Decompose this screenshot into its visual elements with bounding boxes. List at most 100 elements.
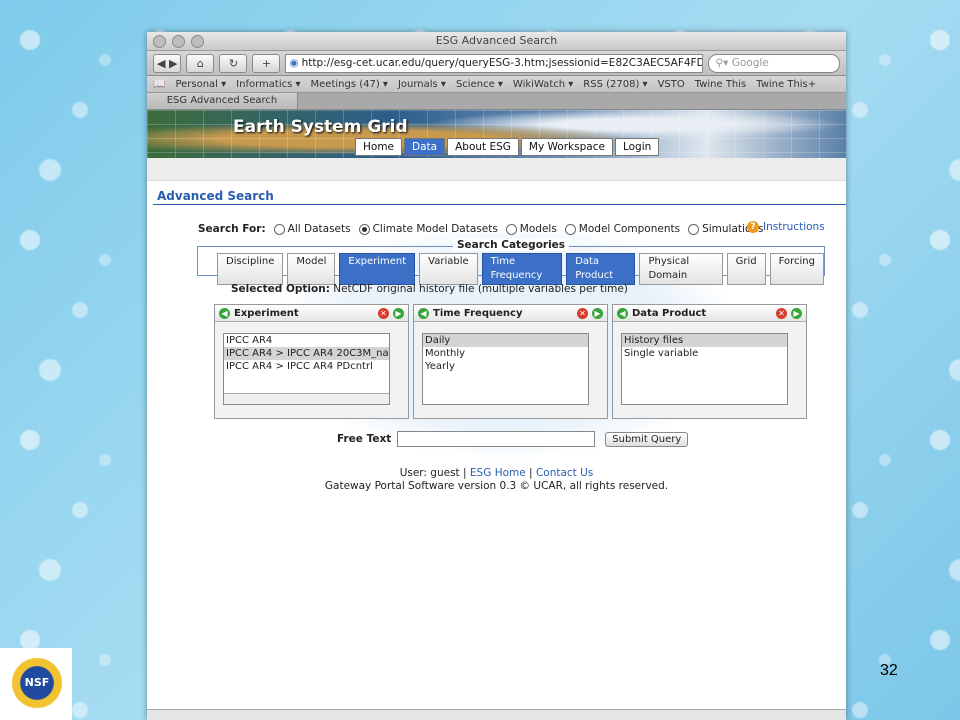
footer-links: User: guest | ESG Home | Contact Us xyxy=(147,467,846,480)
help-icon: ? xyxy=(747,221,759,233)
nav-login[interactable]: Login xyxy=(614,138,660,156)
heading-divider xyxy=(153,204,846,205)
radio-climate-model-datasets[interactable]: Climate Model Datasets xyxy=(358,223,498,235)
close-window-button[interactable] xyxy=(153,35,166,48)
window-controls xyxy=(153,35,204,48)
nav-home[interactable]: Home xyxy=(355,138,403,156)
category-model[interactable]: Model xyxy=(287,253,336,285)
nav-about-esg[interactable]: About ESG xyxy=(447,138,519,156)
category-physical-domain[interactable]: Physical Domain xyxy=(639,253,723,285)
selected-option: Selected Option: NetCDF original history… xyxy=(231,283,628,295)
address-bar[interactable]: ◉ http://esg-cet.ucar.edu/query/queryESG… xyxy=(285,53,704,73)
nav-my-workspace[interactable]: My Workspace xyxy=(520,138,613,156)
bookmark-twine-this-plus[interactable]: Twine This+ xyxy=(756,79,816,90)
bookmark-vsto[interactable]: VSTO xyxy=(658,79,685,90)
radio-model-components[interactable]: Model Components xyxy=(564,223,680,235)
list-item[interactable]: Monthly xyxy=(423,347,588,360)
add-bookmark-icon[interactable]: + xyxy=(252,53,281,73)
category-data-product[interactable]: Data Product xyxy=(566,253,636,285)
search-categories: Search Categories Discipline Model Exper… xyxy=(197,239,825,285)
radio-label: Models xyxy=(519,223,557,235)
bookmark-informatics[interactable]: Informatics ▾ xyxy=(236,79,300,90)
list-item[interactable]: Yearly xyxy=(423,360,588,373)
remove-icon[interactable]: ✕ xyxy=(378,307,389,319)
category-forcing[interactable]: Forcing xyxy=(769,253,824,285)
category-variable[interactable]: Variable xyxy=(419,253,478,285)
list-item[interactable]: IPCC AR4 > IPCC AR4 PDcntrl xyxy=(224,360,389,373)
panel-header: ◀ Data Product ✕ ▶ xyxy=(613,305,806,322)
bookmark-journals[interactable]: Journals ▾ xyxy=(398,79,446,90)
panel-title: Data Product xyxy=(632,307,707,319)
window-title: ESG Advanced Search xyxy=(435,34,558,47)
back-button[interactable]: ◀ ▶ xyxy=(153,53,182,73)
radio-models[interactable]: Models xyxy=(505,223,557,235)
list-item[interactable]: Single variable xyxy=(622,347,787,360)
submit-query-button[interactable]: Submit Query xyxy=(605,431,689,447)
globe-icon: ◉ xyxy=(289,57,299,69)
experiment-list[interactable]: IPCC AR4 IPCC AR4 > IPCC AR4 20C3M_nat I… xyxy=(223,333,390,405)
horizontal-scrollbar[interactable] xyxy=(224,393,389,404)
panel-title: Experiment xyxy=(234,307,299,319)
nsf-logo: NSF xyxy=(0,648,72,720)
bookmarks-book-icon[interactable]: 📖 xyxy=(153,79,165,90)
radio-button[interactable] xyxy=(564,223,576,235)
forward-arrow-icon[interactable]: ▶ xyxy=(393,307,404,319)
instructions-link[interactable]: ? Instructions xyxy=(747,221,825,233)
selected-option-label: Selected Option: xyxy=(231,283,330,295)
nsf-logo-text: NSF xyxy=(24,676,50,689)
forward-arrow-icon[interactable]: ▶ xyxy=(592,307,603,319)
free-text-input[interactable] xyxy=(397,431,596,447)
forward-arrow-icon[interactable]: ▶ xyxy=(791,307,802,319)
back-arrow-icon[interactable]: ◀ xyxy=(418,307,429,319)
bookmark-science[interactable]: Science ▾ xyxy=(456,79,503,90)
search-field[interactable]: ⚲▾ Google xyxy=(708,53,840,73)
category-discipline[interactable]: Discipline xyxy=(217,253,284,285)
data-product-list[interactable]: History files Single variable xyxy=(621,333,788,405)
radio-all-datasets[interactable]: All Datasets xyxy=(273,223,351,235)
url-text: http://esg-cet.ucar.edu/query/queryESG-3… xyxy=(301,57,704,69)
contact-us-link[interactable]: Contact Us xyxy=(536,467,593,479)
site-logo: Earth System Grid xyxy=(233,117,408,137)
reload-icon[interactable]: ↻ xyxy=(219,53,248,73)
page-content: Advanced Search Search For: All Datasets… xyxy=(147,181,846,720)
remove-icon[interactable]: ✕ xyxy=(776,307,787,319)
list-item[interactable]: IPCC AR4 xyxy=(224,334,389,347)
bookmark-meetings[interactable]: Meetings (47) ▾ xyxy=(311,79,388,90)
bookmark-twine-this[interactable]: Twine This xyxy=(695,79,747,90)
search-for-label: Search For: xyxy=(198,223,266,235)
radio-button[interactable] xyxy=(688,223,700,235)
home-icon[interactable]: ⌂ xyxy=(186,53,215,73)
search-placeholder: Google xyxy=(731,57,769,69)
radio-button[interactable] xyxy=(358,223,370,235)
remove-icon[interactable]: ✕ xyxy=(577,307,588,319)
radio-button[interactable] xyxy=(273,223,285,235)
search-icon: ⚲▾ xyxy=(715,57,732,69)
radio-label: All Datasets xyxy=(287,223,351,235)
radio-button[interactable] xyxy=(505,223,517,235)
bookmark-wikiwatch[interactable]: WikiWatch ▾ xyxy=(513,79,573,90)
zoom-window-button[interactable] xyxy=(191,35,204,48)
site-nav: Home Data About ESG My Workspace Login xyxy=(355,138,660,156)
footer-separator: | xyxy=(529,467,533,479)
esg-home-link[interactable]: ESG Home xyxy=(470,467,526,479)
list-item[interactable]: Daily xyxy=(423,334,588,347)
time-frequency-list[interactable]: Daily Monthly Yearly xyxy=(422,333,589,405)
nav-data[interactable]: Data xyxy=(404,138,446,156)
site-banner: Earth System Grid Home Data About ESG My… xyxy=(147,110,846,158)
back-arrow-icon[interactable]: ◀ xyxy=(219,307,230,319)
bookmark-personal[interactable]: Personal ▾ xyxy=(175,79,226,90)
page-horizontal-scrollbar[interactable] xyxy=(147,709,846,720)
category-grid[interactable]: Grid xyxy=(726,253,766,285)
category-experiment[interactable]: Experiment xyxy=(339,253,416,285)
instructions-label: Instructions xyxy=(763,221,825,233)
bookmark-rss[interactable]: RSS (2708) ▾ xyxy=(583,79,647,90)
back-arrow-icon[interactable]: ◀ xyxy=(617,307,628,319)
browser-window: ESG Advanced Search ◀ ▶ ⌂ ↻ + ◉ http://e… xyxy=(147,32,846,720)
minimize-window-button[interactable] xyxy=(172,35,185,48)
page-title: Advanced Search xyxy=(157,189,274,203)
tab-esg-advanced-search[interactable]: ESG Advanced Search xyxy=(147,93,298,109)
list-item[interactable]: History files xyxy=(622,334,787,347)
footer-user: User: guest xyxy=(399,467,460,479)
list-item[interactable]: IPCC AR4 > IPCC AR4 20C3M_nat xyxy=(224,347,389,360)
category-time-frequency[interactable]: Time Frequency xyxy=(481,253,563,285)
